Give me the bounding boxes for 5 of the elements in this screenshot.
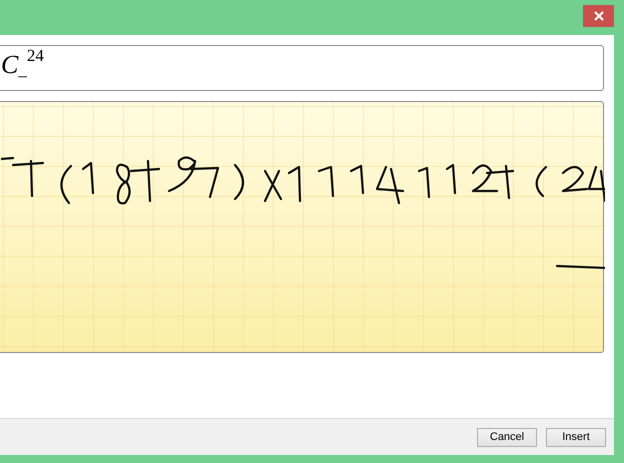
close-icon [594, 11, 604, 21]
dialog-button[interactable]: Insert [546, 428, 606, 446]
dialog-button[interactable]: Cancel [477, 428, 537, 446]
writing-pad[interactable] [0, 101, 604, 353]
close-button[interactable] [583, 5, 614, 27]
